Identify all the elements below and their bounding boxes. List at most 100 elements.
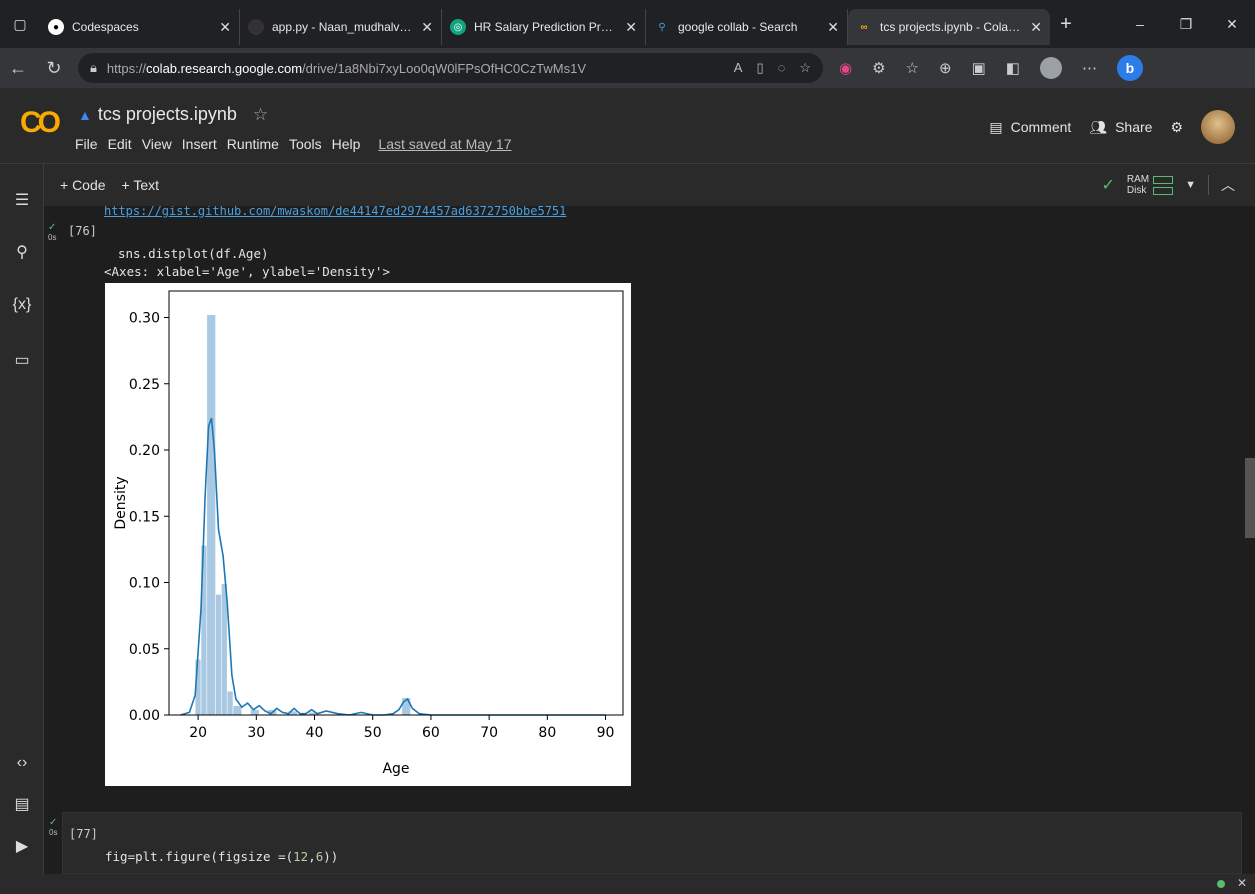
close-icon[interactable]: ✕	[1237, 876, 1247, 890]
notebook-toolbar: + Code + Text ✓ RAM Disk ▼ ︿	[44, 164, 1255, 206]
url-host: colab.research.google.com	[145, 60, 303, 76]
distplot-chart: 20 30 40 50 60 70 80 90 0.00 0.05 0.10 0.15 0.20 0.25…	[113, 290, 624, 777]
close-icon[interactable]: ✕	[625, 19, 637, 36]
comment-label: Comment	[1010, 119, 1072, 135]
kde-line	[180, 417, 606, 716]
cell77-execution-count: [77]	[69, 827, 98, 841]
menu-insert[interactable]: Insert	[182, 136, 217, 152]
close-icon[interactable]: ✕	[219, 19, 231, 36]
search-icon[interactable]: ⚲	[0, 242, 44, 262]
histogram-bar	[250, 709, 260, 716]
extensions-icon[interactable]: ⚙	[872, 59, 885, 77]
browser-tab-bar: ▢ ● Codespaces ✕ app.py - Naan_mudhalvan…	[0, 0, 1255, 48]
code-number: 12	[293, 849, 309, 864]
last-saved-link[interactable]: Last saved at May 17	[378, 136, 511, 152]
extension-bar: ◉ ⚙ ☆ ⊕ ▣ ◧ ⋯ b	[839, 55, 1143, 81]
split-screen-icon[interactable]: ◧	[1006, 59, 1020, 77]
close-icon[interactable]: ✕	[1030, 19, 1042, 36]
github-icon	[248, 19, 264, 35]
tab-title: HR Salary Prediction Project	[474, 20, 618, 34]
disk-label: Disk	[1126, 185, 1147, 196]
menu-edit[interactable]: Edit	[108, 136, 132, 152]
gist-link[interactable]: https://gist.github.com/mwaskom/de44147e…	[104, 206, 566, 218]
cell77-code[interactable]: fig=plt.figure(figsize =(12,6))	[105, 849, 338, 864]
comment-icon: ▤	[989, 118, 1003, 135]
menu-file[interactable]: File	[75, 136, 98, 152]
chevron-down-icon[interactable]: ▼	[1185, 179, 1196, 191]
x-tick-label: 60	[422, 725, 440, 741]
histogram-bar	[215, 594, 222, 716]
variables-icon[interactable]: {x}	[0, 296, 44, 314]
tab-colab-active[interactable]: ∞ tcs projects.ipynb - Colaborat ✕	[848, 9, 1050, 45]
cell77[interactable]: ✓ 0s [77] fig=plt.figure(figsize =(12,6))	[49, 812, 1242, 874]
code-text: fig=plt.figure(figsize =(	[105, 849, 294, 864]
scrollbar-thumb[interactable]	[1245, 458, 1255, 538]
bing-icon[interactable]: b	[1116, 55, 1143, 81]
refresh-icon[interactable]: ↻	[36, 58, 72, 79]
menu-help[interactable]: Help	[332, 136, 361, 152]
code-snippets-icon[interactable]: ‹›	[0, 754, 44, 772]
close-icon[interactable]: ✕	[827, 19, 839, 36]
table-of-contents-icon[interactable]: ☰	[0, 190, 44, 210]
cell76-code[interactable]: sns.distplot(df.Age)	[118, 246, 269, 261]
profile-icon[interactable]	[1039, 57, 1062, 79]
reader-view-icon[interactable]: ▯	[756, 60, 763, 76]
star-icon[interactable]: ☆	[253, 105, 268, 125]
url-path: /drive/1a8Nbi7xyLoo0qW0lFPsOfHC0CzTwMs1V	[302, 60, 586, 76]
new-tab-button[interactable]: +	[1050, 13, 1082, 36]
menu-view[interactable]: View	[142, 136, 172, 152]
back-icon[interactable]: ←	[0, 58, 36, 79]
more-icon[interactable]: ⋯	[1082, 59, 1097, 77]
y-tick-label: 0.30	[129, 311, 160, 327]
add-code-button[interactable]: + Code	[60, 177, 106, 193]
url-field[interactable]: 🔒︎ https://colab.research.google.com/dri…	[78, 53, 823, 83]
terminal-icon[interactable]: ▶	[0, 836, 44, 856]
close-window-icon[interactable]: ✕	[1209, 16, 1255, 33]
minimize-icon[interactable]: –	[1117, 16, 1163, 33]
comment-button[interactable]: ▤ Comment	[989, 119, 1071, 136]
tracking-icon[interactable]: ◌	[778, 60, 786, 76]
notebook-content: https://gist.github.com/mwaskom/de44147e…	[44, 206, 1255, 874]
tab-hr-salary[interactable]: ◎ HR Salary Prediction Project ✕	[442, 9, 646, 45]
avatar[interactable]	[1201, 110, 1235, 144]
histogram-bar	[221, 583, 228, 716]
add-text-button[interactable]: + Text	[122, 177, 160, 193]
tab-codespaces[interactable]: ● Codespaces ✕	[40, 9, 240, 45]
favorite-add-icon[interactable]: ☆	[799, 60, 811, 76]
share-button[interactable]: 👥︎ Share	[1089, 119, 1152, 136]
read-aloud-icon[interactable]: A	[734, 60, 743, 76]
colab-logo[interactable]: CO	[20, 106, 61, 140]
cell76-execution-count[interactable]: [76]	[68, 224, 97, 238]
menu-tools[interactable]: Tools	[289, 136, 322, 152]
collections-icon[interactable]: ⊕	[939, 59, 952, 77]
x-tick-label: 90	[597, 725, 615, 741]
y-tick-label: 0.15	[129, 509, 160, 525]
command-palette-icon[interactable]: ▤	[0, 794, 44, 814]
favorites-icon[interactable]: ☆	[906, 59, 919, 77]
files-folder-icon[interactable]: ▭	[0, 350, 44, 370]
tab-google-collab-search[interactable]: ⚲ google collab - Search ✕	[646, 9, 848, 45]
math-solver-icon[interactable]: ▣	[972, 59, 986, 77]
status-dot-icon	[1217, 880, 1225, 888]
x-tick-label: 40	[306, 725, 324, 741]
ram-label: RAM	[1126, 174, 1150, 185]
notebook-title[interactable]: tcs projects.ipynb	[98, 104, 237, 125]
extension-icon[interactable]: ◉	[839, 59, 852, 77]
colab-icon: ∞	[860, 21, 868, 33]
status-bar: ✕	[0, 874, 1255, 894]
ram-disk-indicator[interactable]: RAM Disk	[1126, 174, 1174, 196]
collapse-header-icon[interactable]: ︿	[1208, 175, 1235, 195]
settings-gear-icon[interactable]: ⚙	[1170, 119, 1183, 136]
tab-actions-icon[interactable]: ▢	[0, 0, 40, 48]
left-sidebar: ☰ ⚲ {x} ▭ ‹› ▤ ▶	[0, 164, 44, 874]
tab-app-py[interactable]: app.py - Naan_mudhalvan01 ✕	[240, 9, 442, 45]
code-text: ))	[323, 849, 339, 864]
x-tick-label: 50	[364, 725, 382, 741]
connected-check-icon: ✓	[1101, 177, 1115, 194]
x-tick-label: 70	[480, 725, 498, 741]
close-icon[interactable]: ✕	[421, 19, 433, 36]
menu-runtime[interactable]: Runtime	[227, 136, 279, 152]
lock-icon: 🔒︎	[90, 60, 97, 75]
restore-icon[interactable]: ❐	[1163, 16, 1209, 33]
ram-bar	[1153, 175, 1174, 184]
